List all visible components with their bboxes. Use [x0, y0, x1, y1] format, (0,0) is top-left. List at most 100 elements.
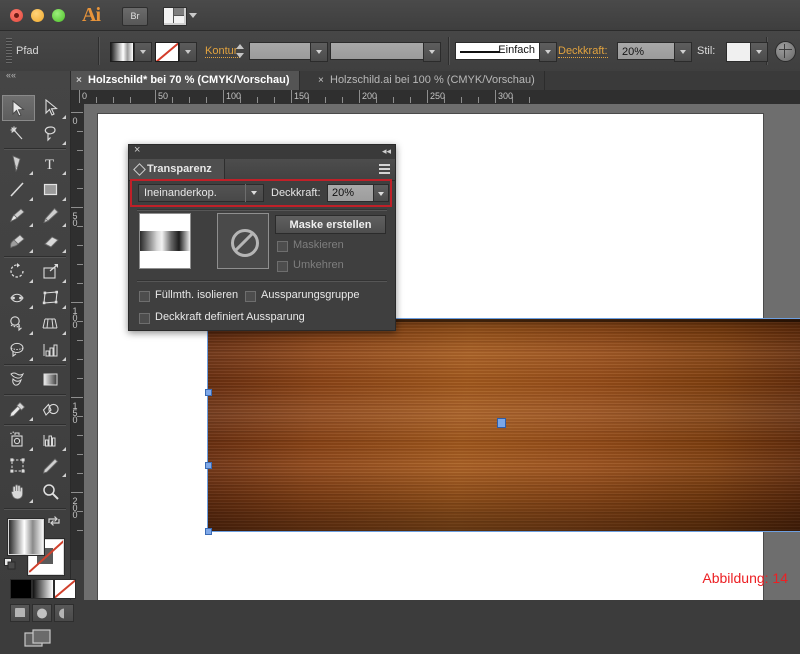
scale-tool[interactable] [35, 259, 68, 285]
symbol-sprayer-tool[interactable] [2, 367, 35, 393]
stroke-profile-chevron-down-icon[interactable] [423, 42, 441, 62]
color-mode-none-button[interactable] [54, 579, 76, 599]
type-tool[interactable]: T [35, 151, 68, 177]
panel-opacity-chevron-down-icon[interactable] [373, 184, 389, 202]
opacity-label[interactable]: Deckkraft: [558, 45, 608, 58]
normal-screen-mode-button[interactable] [10, 604, 30, 622]
control-bar-grip[interactable] [6, 38, 12, 64]
stroke-weight-field[interactable] [249, 42, 311, 60]
invert-checkbox[interactable] [277, 261, 288, 272]
paintbrush-tool[interactable] [2, 203, 35, 229]
magic-wand-tool[interactable] [2, 121, 35, 147]
tab-close-icon[interactable]: × [318, 71, 324, 90]
tools-panel-collapse-icon[interactable] [2, 70, 68, 82]
rotate-tool[interactable] [2, 259, 35, 285]
stroke-weight-chevron-down-icon[interactable] [310, 42, 328, 62]
panel-collapse-icon[interactable]: ◂◂ [382, 146, 391, 157]
pencil-tool[interactable] [35, 203, 68, 229]
opacity-knockout-checkbox[interactable] [139, 313, 150, 324]
window-maximize-button[interactable] [52, 9, 65, 22]
zoom-tool[interactable] [35, 479, 68, 505]
perspective-grid-tool[interactable] [35, 311, 68, 337]
fill-color-box[interactable] [7, 518, 45, 556]
eraser-tool[interactable] [35, 229, 68, 255]
figure-caption: Abbildung: 14 [702, 570, 788, 586]
anchor-point[interactable] [205, 528, 212, 535]
gradient-tool[interactable] [35, 367, 68, 393]
stroke-style-field[interactable]: Einfach [455, 42, 540, 60]
document-tab-bar: × Holzschild* bei 70 % (CMYK/Vorschau) ×… [70, 71, 800, 91]
anchor-point[interactable] [205, 462, 212, 469]
color-mode-gradient-button[interactable] [32, 579, 54, 599]
globe-icon[interactable] [775, 41, 796, 62]
line-segment-tool[interactable] [2, 177, 35, 203]
window-close-button[interactable] [10, 9, 23, 22]
rectangle-tool[interactable] [35, 177, 68, 203]
column-graph-tool[interactable] [35, 337, 68, 363]
make-mask-button[interactable]: Maske erstellen [275, 215, 386, 234]
full-screen-with-menu-button[interactable] [32, 604, 52, 622]
mask-thumbnail[interactable] [217, 213, 269, 269]
artwork-thumbnail[interactable] [139, 213, 191, 269]
pen-tool[interactable] [2, 151, 35, 177]
selection-tool[interactable] [2, 95, 35, 121]
ruler-tick-label: 200 [362, 91, 378, 101]
selection-edge-bottom [207, 531, 800, 532]
center-anchor-point[interactable] [497, 418, 506, 428]
full-screen-button[interactable] [54, 604, 74, 622]
color-mode-color-button[interactable] [10, 579, 32, 599]
lasso-tool[interactable] [35, 121, 68, 147]
blob-brush-tool[interactable] [2, 229, 35, 255]
horizontal-ruler[interactable]: 0 50 100 150 200 250 300 [70, 90, 800, 105]
panel-menu-icon[interactable] [374, 164, 390, 175]
stroke-chevron-down-icon[interactable] [179, 42, 197, 62]
fill-chevron-down-icon[interactable] [134, 42, 152, 62]
artboard-tool[interactable] [2, 453, 35, 479]
swap-fill-stroke-icon[interactable] [48, 515, 60, 527]
ruler-tick-label: 150 [70, 401, 80, 422]
panel-opacity-input[interactable]: 20% [327, 184, 374, 202]
knockout-group-checkbox[interactable] [245, 291, 256, 302]
shape-builder-tool[interactable] [2, 311, 35, 337]
tab-holzschild-70[interactable]: × Holzschild* bei 70 % (CMYK/Vorschau) [70, 71, 300, 90]
eyedropper-tool[interactable] [2, 397, 35, 423]
width-tool[interactable] [2, 285, 35, 311]
stroke-style-chevron-down-icon[interactable] [539, 42, 557, 62]
free-transform-tool[interactable] [35, 285, 68, 311]
clip-checkbox[interactable] [277, 241, 288, 252]
panel-title-bar[interactable]: × ◂◂ [129, 144, 395, 159]
control-divider [98, 37, 100, 65]
anchor-point[interactable] [205, 389, 212, 396]
symbol-sprayer-tool-2[interactable] [2, 427, 35, 453]
direct-selection-tool[interactable] [35, 95, 68, 121]
opacity-chevron-down-icon[interactable] [674, 42, 692, 62]
mesh-tool[interactable] [2, 337, 35, 363]
style-chevron-down-icon[interactable] [750, 42, 768, 62]
ruler-tick-label: 100 [70, 306, 80, 327]
panel-close-icon[interactable]: × [134, 144, 140, 156]
arrange-documents-icon[interactable] [163, 7, 187, 26]
change-screen-mode-icon[interactable] [24, 629, 54, 651]
stroke-profile-field[interactable] [330, 42, 424, 60]
default-fill-stroke-icon[interactable] [4, 558, 16, 570]
opacity-field[interactable]: 20% [617, 42, 675, 60]
tab-close-icon[interactable]: × [76, 71, 82, 90]
isolate-blending-checkbox[interactable] [139, 291, 150, 302]
tab-holzschild-100[interactable]: × Holzschild.ai bei 100 % (CMYK/Vorschau… [312, 71, 545, 90]
fill-swatch-button[interactable] [110, 42, 134, 62]
transparency-panel[interactable]: × ◂◂ Transparenz Ineinanderkop. Deckkraf… [128, 144, 396, 331]
hand-tool[interactable] [2, 479, 35, 505]
vertical-ruler[interactable]: 0 50 100 150 200 [70, 104, 85, 560]
graphic-style-swatch[interactable] [726, 42, 752, 62]
blend-mode-chevron-down-icon[interactable] [245, 184, 263, 202]
blend-mode-select[interactable]: Ineinanderkop. [138, 184, 264, 202]
window-minimize-button[interactable] [31, 9, 44, 22]
blend-tool[interactable] [35, 397, 68, 423]
bridge-button[interactable]: Br [122, 7, 148, 26]
stroke-swatch-button[interactable] [155, 42, 179, 62]
slice-tool[interactable] [35, 453, 68, 479]
svg-text:T: T [45, 157, 54, 173]
graph-tool[interactable] [35, 427, 68, 453]
arrange-chevron-down-icon[interactable] [189, 13, 197, 18]
stroke-weight-stepper[interactable] [235, 42, 246, 60]
